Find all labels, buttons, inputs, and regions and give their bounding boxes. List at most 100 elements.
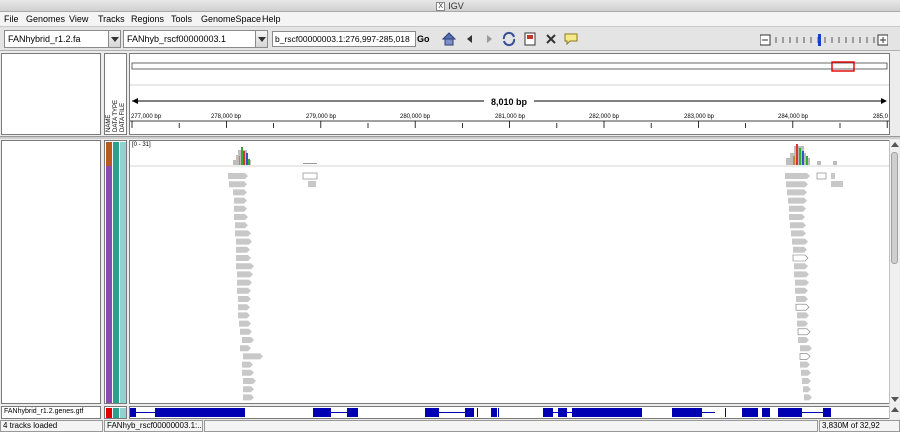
read[interactable] <box>800 361 810 368</box>
read[interactable] <box>804 394 812 401</box>
gene-exon[interactable] <box>823 408 831 417</box>
read[interactable] <box>237 271 253 278</box>
attribute-cell[interactable] <box>120 408 126 418</box>
attribute-cell[interactable] <box>113 408 119 418</box>
read[interactable] <box>797 328 811 336</box>
coverage-peak-left[interactable] <box>233 147 251 165</box>
read[interactable] <box>238 312 250 319</box>
read[interactable] <box>798 337 809 343</box>
refresh-icon[interactable] <box>501 31 517 47</box>
gene-exon[interactable] <box>572 408 642 417</box>
read-isolated[interactable] <box>302 172 843 187</box>
track-name-label[interactable]: FANhybrid_r1.2.genes.gtf <box>4 408 83 415</box>
gene-exon[interactable] <box>477 408 478 417</box>
gene-exon[interactable] <box>347 408 358 417</box>
zoom-slider[interactable] <box>760 34 888 46</box>
read[interactable] <box>236 246 250 253</box>
read[interactable] <box>229 181 247 188</box>
menu-view[interactable]: View <box>69 14 88 24</box>
attribute-cell[interactable] <box>113 142 119 403</box>
read[interactable] <box>797 312 809 319</box>
read[interactable] <box>242 361 253 368</box>
read[interactable] <box>236 238 252 245</box>
read[interactable] <box>792 238 808 245</box>
gene-exon[interactable] <box>465 408 474 417</box>
feature-track-pane[interactable] <box>129 406 890 419</box>
gene-exon[interactable] <box>425 408 439 417</box>
split-divider[interactable] <box>0 136 900 139</box>
read[interactable] <box>242 337 254 343</box>
scroll-up-icon[interactable] <box>891 407 899 412</box>
read[interactable] <box>234 214 248 220</box>
menu-genomes[interactable]: Genomes <box>26 14 65 24</box>
read[interactable] <box>233 189 247 196</box>
read[interactable] <box>235 222 248 229</box>
attribute-cell[interactable] <box>106 166 112 403</box>
read[interactable] <box>237 287 251 294</box>
scroll-up-icon[interactable] <box>891 142 899 147</box>
read[interactable] <box>800 345 812 352</box>
read[interactable] <box>240 345 251 352</box>
genome-dropdown[interactable]: FANhybrid_r1.2.fa <box>4 30 121 48</box>
gene-exon[interactable] <box>491 408 497 417</box>
read[interactable] <box>793 246 807 253</box>
menu-file[interactable]: File <box>4 14 19 24</box>
read[interactable] <box>236 255 251 261</box>
status-memory[interactable]: 3,830M of 32,92 <box>819 420 900 432</box>
read[interactable] <box>791 230 806 237</box>
forward-icon[interactable] <box>481 31 497 47</box>
gene-exon[interactable] <box>742 408 758 417</box>
scroll-down-icon[interactable] <box>891 397 899 402</box>
read[interactable] <box>786 181 808 188</box>
attribute-cell[interactable] <box>106 142 112 166</box>
coverage-peak-right[interactable] <box>786 144 810 165</box>
close-icon[interactable] <box>543 31 559 47</box>
gene-exon[interactable] <box>130 408 136 417</box>
gene-exon[interactable] <box>725 408 726 417</box>
popup-text-icon[interactable] <box>563 31 579 47</box>
read[interactable] <box>785 173 810 179</box>
back-icon[interactable] <box>462 31 478 47</box>
read[interactable] <box>234 197 247 204</box>
read[interactable] <box>794 263 808 270</box>
read[interactable] <box>235 230 251 237</box>
gene-exon[interactable] <box>313 408 331 417</box>
go-button[interactable]: Go <box>417 31 431 47</box>
gene-exon[interactable] <box>778 408 802 417</box>
read[interactable] <box>799 353 811 360</box>
read[interactable] <box>796 296 808 302</box>
read[interactable] <box>792 254 809 262</box>
read[interactable] <box>797 320 808 327</box>
read[interactable] <box>795 303 810 311</box>
feature-vertical-scrollbar[interactable] <box>889 406 899 419</box>
read[interactable] <box>789 205 806 212</box>
read[interactable] <box>238 296 251 302</box>
read[interactable] <box>234 205 247 212</box>
read[interactable] <box>239 320 251 327</box>
read[interactable] <box>787 189 807 196</box>
attribute-cell[interactable] <box>120 142 126 403</box>
gene-exon[interactable] <box>156 410 236 415</box>
read[interactable] <box>243 394 254 401</box>
chromosome-ideogram[interactable] <box>131 62 888 70</box>
menu-help[interactable]: Help <box>262 14 281 24</box>
gene-exon[interactable] <box>498 408 499 417</box>
read[interactable] <box>790 222 806 229</box>
read[interactable] <box>803 386 811 393</box>
data-vertical-scrollbar[interactable] <box>889 140 899 404</box>
alignment-data-pane[interactable]: [0 - 31] <box>129 140 890 404</box>
menu-tracks[interactable]: Tracks <box>98 14 125 24</box>
chromosome-dropdown[interactable]: FANhyb_rscf00000003.1 <box>123 30 268 48</box>
menu-regions[interactable]: Regions <box>131 14 164 24</box>
read[interactable] <box>801 369 811 376</box>
read[interactable] <box>242 369 254 376</box>
read[interactable] <box>237 279 252 286</box>
ruler-pane[interactable]: 8,010 bp 277,000 bp 278,000 bp 279,000 b… <box>129 53 890 135</box>
read[interactable] <box>238 304 250 311</box>
locus-search-input[interactable]: b_rscf00000003.1:276,997-285,018 <box>272 31 416 47</box>
read[interactable] <box>795 287 808 294</box>
read[interactable] <box>243 353 263 360</box>
menu-genomespace[interactable]: GenomeSpace <box>201 14 261 24</box>
read[interactable] <box>243 386 254 393</box>
read[interactable] <box>788 197 807 204</box>
